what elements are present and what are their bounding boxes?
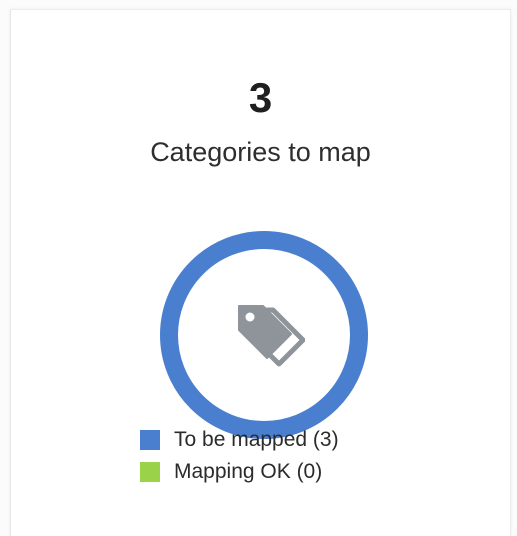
legend-item-mapping-ok[interactable]: Mapping OK (0) — [140, 456, 339, 488]
mapping-ok-swatch — [140, 462, 160, 482]
legend-item-to-be-mapped[interactable]: To be mapped (3) — [140, 424, 339, 456]
legend-label-to-be-mapped: To be mapped (3) — [174, 428, 339, 451]
page: 3 Categories to map To be mapped (3) Map… — [0, 0, 517, 536]
categories-count: 3 — [248, 74, 273, 121]
legend-label-mapping-ok: Mapping OK (0) — [174, 460, 323, 483]
legend: To be mapped (3) Mapping OK (0) — [140, 424, 339, 488]
to-be-mapped-swatch — [140, 430, 160, 450]
categories-label: Categories to map — [150, 137, 371, 167]
tags-icon — [225, 296, 306, 376]
